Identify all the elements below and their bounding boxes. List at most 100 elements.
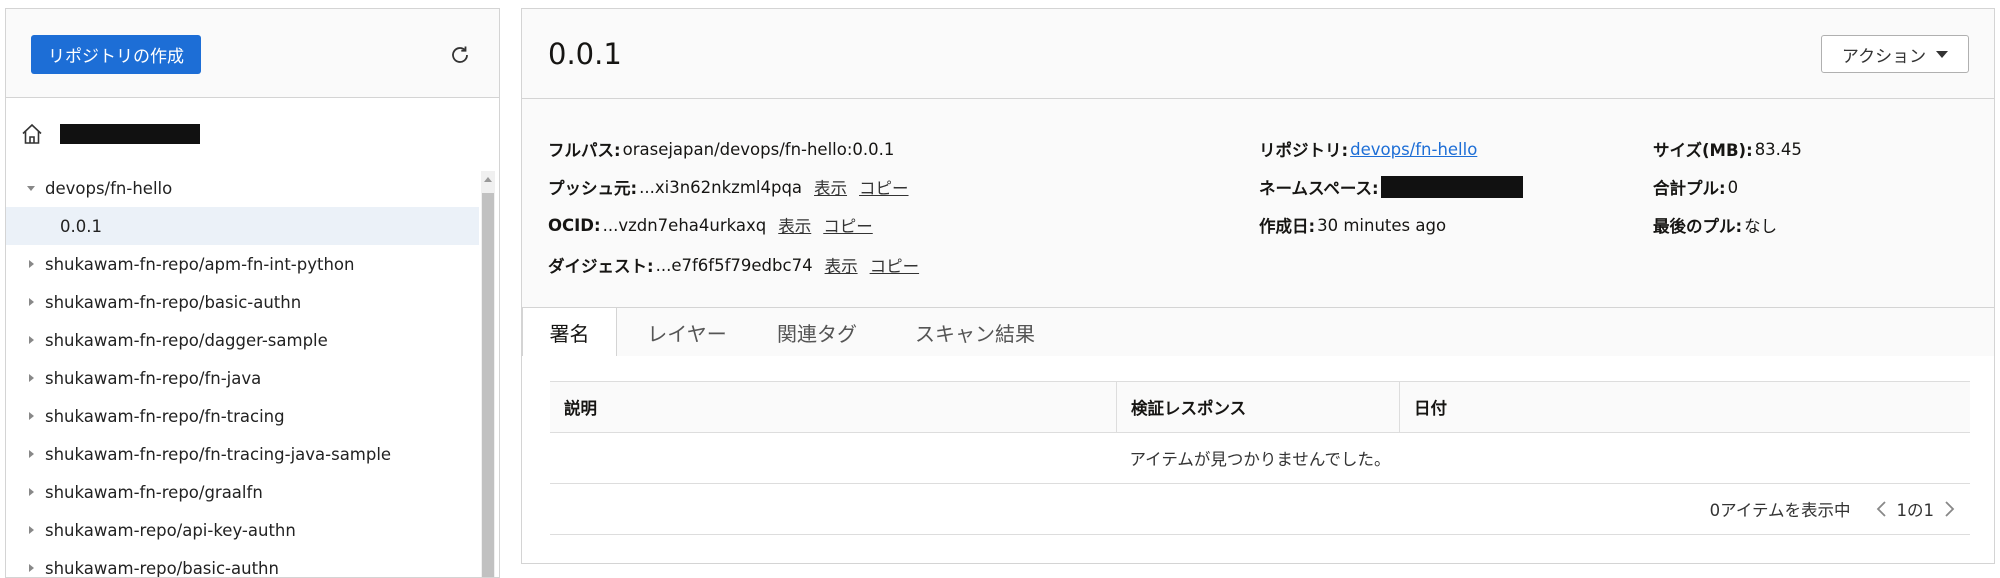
detail-label: 作成日: xyxy=(1259,217,1316,236)
home-icon xyxy=(20,121,46,147)
caret-down-icon xyxy=(1936,50,1949,58)
tree-item-label: shukawam-fn-repo/apm-fn-int-python xyxy=(45,254,355,274)
tab-scan-results[interactable]: スキャン結果 xyxy=(890,308,1060,356)
detail-size: サイズ(MB): 83.45 xyxy=(1653,137,1802,161)
items-shown-count: 0アイテムを表示中 xyxy=(1709,501,1851,520)
copy-link[interactable]: コピー xyxy=(859,175,909,199)
tree-panel-header: リポジトリの作成 xyxy=(6,9,499,98)
tree-root-row[interactable] xyxy=(20,115,200,153)
scroll-up-arrow-icon[interactable] xyxy=(481,171,495,187)
detail-value: orasejapan/devops/fn-hello:0.0.1 xyxy=(622,139,895,159)
redacted-namespace xyxy=(1380,176,1523,198)
caret-right-icon[interactable] xyxy=(26,373,36,383)
page-indicator: 1の1 xyxy=(1896,501,1935,520)
tree-item-repository[interactable]: shukawam-repo/basic-authn xyxy=(6,549,479,578)
tree-item-repository[interactable]: shukawam-repo/api-key-authn xyxy=(6,511,479,549)
table-header-row: 説明 検証レスポンス 日付 xyxy=(550,382,1970,433)
detail-label: OCID: xyxy=(548,215,601,235)
detail-label: プッシュ元: xyxy=(548,179,638,198)
caret-right-icon[interactable] xyxy=(26,411,36,421)
previous-page-icon[interactable] xyxy=(1871,500,1891,518)
image-details: フルパス: orasejapan/devops/fn-hello:0.0.1 プ… xyxy=(522,99,1994,307)
tree-item-repository[interactable]: shukawam-fn-repo/fn-tracing-java-sample xyxy=(6,435,479,473)
detail-header: 0.0.1 アクション xyxy=(522,9,1994,99)
detail-label: サイズ(MB): xyxy=(1653,141,1753,160)
detail-last-pull: 最後のプル: なし xyxy=(1653,213,1777,237)
detail-full-path: フルパス: orasejapan/devops/fn-hello:0.0.1 xyxy=(548,137,894,161)
detail-value: なし xyxy=(1744,217,1778,236)
image-detail-panel: 0.0.1 アクション フルパス: orasejapan/devops/fn-h… xyxy=(521,8,1995,564)
detail-repository: リポジトリ: devops/fn-hello xyxy=(1259,137,1477,161)
detail-value: ...vzdn7eha4urkaxq xyxy=(602,215,767,235)
detail-label: フルパス: xyxy=(548,141,621,160)
tree-item-label: devops/fn-hello xyxy=(45,178,173,198)
tree-item-repository[interactable]: shukawam-fn-repo/dagger-sample xyxy=(6,321,479,359)
signatures-table: 説明 検証レスポンス 日付 アイテムが見つかりませんでした。 0アイテムを表示中… xyxy=(550,381,1970,535)
empty-table-message: アイテムが見つかりませんでした。 xyxy=(550,433,1970,484)
detail-value: ...xi3n62nkzml4pqa xyxy=(639,177,803,197)
column-header-verification-response[interactable]: 検証レスポンス xyxy=(1116,382,1399,432)
detail-value: ...e7f6f5f79edbc74 xyxy=(655,255,813,275)
actions-menu-button[interactable]: アクション xyxy=(1821,35,1969,73)
tree-item-repository[interactable]: shukawam-fn-repo/apm-fn-int-python xyxy=(6,245,479,283)
tree-item-label: shukawam-fn-repo/fn-tracing xyxy=(45,406,285,426)
detail-value: 30 minutes ago xyxy=(1317,215,1447,235)
detail-label: ネームスペース: xyxy=(1259,179,1379,198)
repository-link[interactable]: devops/fn-hello xyxy=(1350,140,1477,159)
show-link[interactable]: 表示 xyxy=(814,175,847,199)
repository-tree: devops/fn-hello 0.0.1 shukawam-fn-repo/a… xyxy=(6,169,479,578)
actions-button-label: アクション xyxy=(1841,46,1927,67)
show-link[interactable]: 表示 xyxy=(825,253,858,277)
caret-right-icon[interactable] xyxy=(26,563,36,573)
caret-right-icon[interactable] xyxy=(26,335,36,345)
refresh-icon[interactable] xyxy=(447,42,473,68)
tab-signatures[interactable]: 署名 xyxy=(522,308,617,357)
caret-right-icon[interactable] xyxy=(26,487,36,497)
caret-down-icon[interactable] xyxy=(26,183,36,193)
detail-namespace: ネームスペース: xyxy=(1259,175,1523,199)
tree-item-label: shukawam-fn-repo/basic-authn xyxy=(45,292,302,312)
redacted-compartment-name xyxy=(60,124,200,144)
detail-value: 83.45 xyxy=(1754,139,1802,159)
column-header-description[interactable]: 説明 xyxy=(550,382,1116,432)
copy-link[interactable]: コピー xyxy=(823,213,873,237)
detail-label: リポジトリ: xyxy=(1259,141,1349,160)
tree-item-label: shukawam-repo/basic-authn xyxy=(45,558,279,578)
caret-right-icon[interactable] xyxy=(26,449,36,459)
tree-item-repository[interactable]: shukawam-fn-repo/basic-authn xyxy=(6,283,479,321)
detail-label: 合計プル: xyxy=(1653,179,1726,198)
caret-right-icon[interactable] xyxy=(26,297,36,307)
create-repository-button[interactable]: リポジトリの作成 xyxy=(31,35,201,74)
table-pagination: 0アイテムを表示中 1の1 xyxy=(550,484,1970,535)
tab-related-tags[interactable]: 関連タグ xyxy=(756,308,878,356)
tree-item-label: shukawam-fn-repo/fn-tracing-java-sample xyxy=(45,444,392,464)
next-page-icon[interactable] xyxy=(1940,500,1960,518)
detail-label: 最後のプル: xyxy=(1653,217,1743,236)
detail-label: ダイジェスト: xyxy=(548,257,654,276)
tree-item-label: shukawam-repo/api-key-authn xyxy=(45,520,296,540)
tree-item-label: shukawam-fn-repo/fn-java xyxy=(45,368,262,388)
tab-layers[interactable]: レイヤー xyxy=(625,308,749,356)
tree-scrollbar[interactable] xyxy=(481,171,495,577)
signatures-tab-content: 説明 検証レスポンス 日付 アイテムが見つかりませんでした。 0アイテムを表示中… xyxy=(522,356,1994,563)
tree-item-repository[interactable]: shukawam-fn-repo/fn-java xyxy=(6,359,479,397)
scrollbar-thumb[interactable] xyxy=(482,193,494,577)
detail-value: 0 xyxy=(1727,177,1739,197)
tree-item-version-selected[interactable]: 0.0.1 xyxy=(6,207,479,245)
show-link[interactable]: 表示 xyxy=(778,213,811,237)
detail-push-source: プッシュ元: ...xi3n62nkzml4pqa 表示 コピー xyxy=(548,175,909,199)
column-header-date[interactable]: 日付 xyxy=(1399,382,1970,432)
tree-item-repository[interactable]: shukawam-fn-repo/fn-tracing xyxy=(6,397,479,435)
detail-created: 作成日: 30 minutes ago xyxy=(1259,213,1446,237)
page-title: 0.0.1 xyxy=(548,37,622,71)
tree-item-label: shukawam-fn-repo/graalfn xyxy=(45,482,263,502)
detail-total-pulls: 合計プル: 0 xyxy=(1653,175,1738,199)
tree-item-devops-fn-hello[interactable]: devops/fn-hello xyxy=(6,169,479,207)
repository-tree-panel: リポジトリの作成 devops/fn-hello 0.0.1 shukawam-… xyxy=(5,8,500,578)
tree-item-repository[interactable]: shukawam-fn-repo/graalfn xyxy=(6,473,479,511)
tree-item-label: 0.0.1 xyxy=(60,216,102,236)
detail-ocid: OCID: ...vzdn7eha4urkaxq 表示 コピー xyxy=(548,213,873,237)
caret-right-icon[interactable] xyxy=(26,259,36,269)
caret-right-icon[interactable] xyxy=(26,525,36,535)
copy-link[interactable]: コピー xyxy=(870,253,920,277)
